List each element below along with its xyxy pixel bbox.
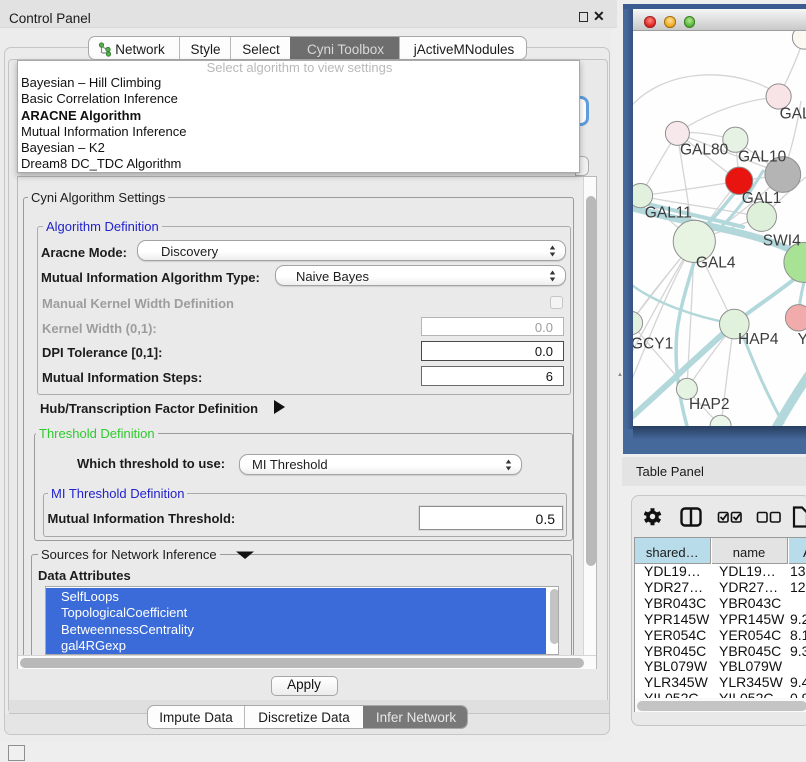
svg-text:GAL80: GAL80 bbox=[680, 142, 729, 159]
svg-text:HAP2: HAP2 bbox=[689, 396, 730, 413]
svg-text:GAL1: GAL1 bbox=[742, 190, 782, 207]
svg-text:HAP4: HAP4 bbox=[738, 331, 779, 348]
svg-text:YJL: YJL bbox=[798, 331, 806, 348]
svg-text:SWI4: SWI4 bbox=[763, 233, 801, 250]
svg-text:GCY1: GCY1 bbox=[633, 335, 673, 352]
svg-text:GAL4: GAL4 bbox=[696, 255, 736, 272]
svg-text:GAL2: GAL2 bbox=[780, 106, 806, 123]
svg-text:GAL11: GAL11 bbox=[645, 205, 692, 222]
svg-text:GAL10: GAL10 bbox=[738, 148, 787, 165]
